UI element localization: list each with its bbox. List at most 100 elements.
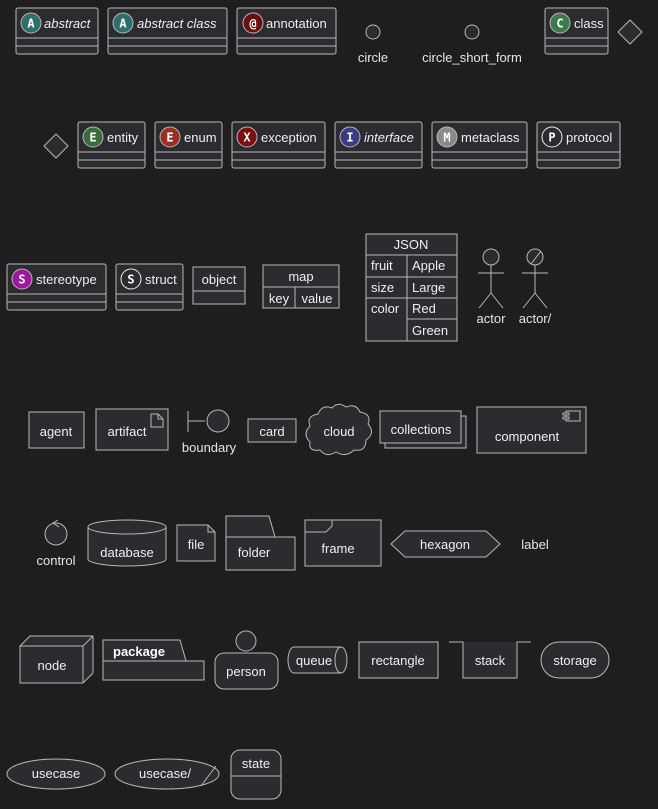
diamond-element-2[interactable] bbox=[43, 133, 69, 159]
stack-label: stack bbox=[475, 653, 506, 668]
control-element[interactable]: control bbox=[36, 519, 76, 568]
boundary-element[interactable]: boundary bbox=[182, 409, 237, 455]
usecase-element[interactable]: usecase bbox=[6, 758, 106, 790]
metaclass-label: metaclass bbox=[461, 130, 520, 145]
circle-label: circle bbox=[358, 50, 388, 65]
rectangle-element[interactable]: rectangle bbox=[358, 641, 439, 679]
card-box[interactable]: card bbox=[247, 418, 297, 443]
abstract-class-label: abstract class bbox=[137, 16, 217, 31]
json-value: Apple bbox=[412, 258, 445, 273]
usecase-label: usecase bbox=[32, 766, 80, 781]
annotation-box[interactable]: @ annotation bbox=[236, 7, 337, 55]
abstract-class-box[interactable]: A abstract bbox=[15, 7, 99, 55]
collections-box[interactable]: collections bbox=[379, 410, 467, 449]
struct-box[interactable]: S struct bbox=[115, 263, 184, 311]
class-label: class bbox=[574, 16, 604, 31]
exception-box[interactable]: X exception bbox=[231, 121, 326, 169]
database-label: database bbox=[100, 545, 154, 560]
map-key-cell: key bbox=[269, 291, 290, 306]
map-title: map bbox=[288, 269, 313, 284]
entity-glyph: E bbox=[89, 131, 96, 145]
actor-figure[interactable]: actor bbox=[477, 248, 507, 326]
json-title: JSON bbox=[394, 237, 429, 252]
circle-short-form-element[interactable]: circle_short_form bbox=[422, 24, 522, 65]
class-glyph: C bbox=[556, 17, 563, 31]
folder-element[interactable]: folder bbox=[225, 515, 296, 571]
storage-element[interactable]: storage bbox=[540, 641, 610, 679]
json-table[interactable]: JSON fruit Apple size Large color Red Gr… bbox=[365, 233, 458, 342]
package-element[interactable]: package bbox=[102, 639, 205, 681]
json-value: Large bbox=[412, 280, 445, 295]
exception-label: exception bbox=[261, 130, 317, 145]
business-usecase-element[interactable]: usecase/ bbox=[114, 758, 220, 790]
agent-box[interactable]: agent bbox=[28, 411, 85, 449]
control-label: control bbox=[36, 553, 75, 568]
rectangle-label: rectangle bbox=[371, 653, 424, 668]
enum-label: enum bbox=[184, 130, 217, 145]
frame-element[interactable]: frame bbox=[304, 519, 382, 567]
actor-label: actor bbox=[477, 311, 507, 326]
interface-box[interactable]: I interface bbox=[334, 121, 423, 169]
struct-label: struct bbox=[145, 272, 177, 287]
abstract-class-keyword-box[interactable]: A abstract class bbox=[107, 7, 228, 55]
state-element[interactable]: state bbox=[230, 749, 282, 800]
stereotype-label: stereotype bbox=[36, 272, 97, 287]
business-usecase-label: usecase/ bbox=[139, 766, 191, 781]
collections-label: collections bbox=[391, 422, 452, 437]
queue-element[interactable]: queue bbox=[287, 646, 348, 674]
json-value: Red bbox=[412, 301, 436, 316]
metaclass-glyph: M bbox=[443, 131, 450, 145]
package-label: package bbox=[113, 644, 165, 659]
node-element[interactable]: node bbox=[19, 635, 94, 684]
exception-glyph: X bbox=[243, 131, 251, 145]
protocol-box[interactable]: P protocol bbox=[536, 121, 621, 169]
hexagon-label: hexagon bbox=[420, 537, 470, 552]
state-label: state bbox=[242, 756, 270, 771]
component-label: component bbox=[495, 429, 560, 444]
json-value: Green bbox=[412, 323, 448, 338]
map-box[interactable]: map key value bbox=[262, 264, 340, 309]
protocol-glyph: P bbox=[548, 131, 555, 145]
entity-box[interactable]: E entity bbox=[77, 121, 146, 169]
database-element[interactable]: database bbox=[87, 519, 167, 567]
enum-box[interactable]: E enum bbox=[154, 121, 223, 169]
json-key: size bbox=[371, 280, 394, 295]
business-actor-figure[interactable]: actor/ bbox=[519, 248, 552, 326]
person-label: person bbox=[226, 664, 266, 679]
stereotype-glyph: S bbox=[18, 273, 25, 287]
file-element[interactable]: file bbox=[176, 524, 216, 562]
abstract-glyph: A bbox=[27, 17, 35, 31]
business-actor-label: actor/ bbox=[519, 311, 552, 326]
component-box[interactable]: component bbox=[476, 406, 587, 454]
file-label: file bbox=[188, 537, 205, 552]
diamond-element[interactable] bbox=[617, 19, 643, 45]
interface-label: interface bbox=[364, 130, 414, 145]
json-key: fruit bbox=[371, 258, 393, 273]
entity-label: entity bbox=[107, 130, 139, 145]
folder-label: folder bbox=[238, 545, 271, 560]
struct-glyph: S bbox=[127, 273, 134, 287]
circle-short-form-label: circle_short_form bbox=[422, 50, 522, 65]
object-box[interactable]: object bbox=[192, 266, 246, 305]
cloud-element[interactable]: cloud bbox=[305, 403, 372, 456]
object-label: object bbox=[202, 272, 237, 287]
artifact-label: artifact bbox=[107, 424, 146, 439]
person-element[interactable]: person bbox=[214, 630, 279, 690]
storage-label: storage bbox=[553, 653, 596, 668]
artifact-box[interactable]: artifact bbox=[95, 408, 169, 451]
circle-element[interactable]: circle bbox=[358, 24, 388, 65]
label-element: label bbox=[521, 537, 549, 552]
abstract-label: abstract bbox=[44, 16, 92, 31]
node-label: node bbox=[38, 658, 67, 673]
queue-label: queue bbox=[296, 653, 332, 668]
metaclass-box[interactable]: M metaclass bbox=[431, 121, 528, 169]
protocol-label: protocol bbox=[566, 130, 612, 145]
abstract-class-glyph: A bbox=[119, 17, 127, 31]
stack-element[interactable]: stack bbox=[449, 641, 531, 679]
json-key: color bbox=[371, 301, 400, 316]
boundary-label: boundary bbox=[182, 440, 237, 455]
interface-glyph: I bbox=[346, 131, 353, 145]
stereotype-box[interactable]: S stereotype bbox=[6, 263, 107, 311]
class-box[interactable]: C class bbox=[544, 7, 609, 55]
cloud-label: cloud bbox=[323, 424, 354, 439]
